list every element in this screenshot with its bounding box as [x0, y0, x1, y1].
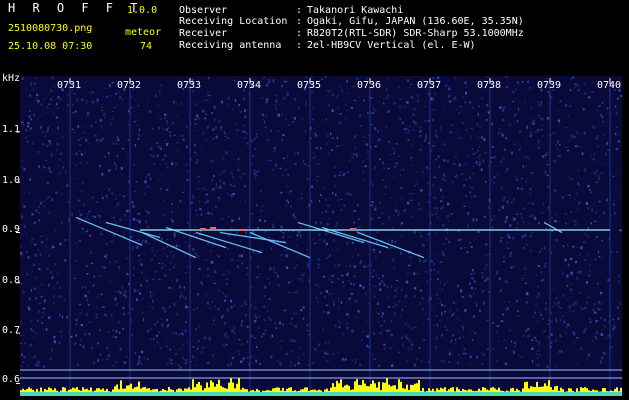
- x-tick-label: 0739: [537, 80, 562, 91]
- x-tick-label: 0737: [417, 80, 442, 91]
- x-tick-label: 0734: [237, 80, 262, 91]
- receiver-value: R820T2(RTL-SDR) SDR-Sharp 53.1000MHz: [307, 28, 524, 39]
- echo-hotspot: [210, 227, 216, 229]
- y-tick-label: 0.6: [2, 374, 21, 385]
- x-tick-label: 0733: [177, 80, 202, 91]
- echo-hotspot: [240, 229, 246, 231]
- x-tick-label: 0735: [297, 80, 322, 91]
- location-value: Ogaki, Gifu, JAPAN (136.60E, 35.35N): [307, 16, 524, 27]
- y-tick-label: 1.0: [2, 175, 21, 186]
- y-tick-label: 0.9: [2, 224, 21, 235]
- y-tick-label: 0.8: [2, 275, 21, 286]
- hroft-window: H R O F F T 1.0.0 2510080730.png 25.10.0…: [0, 0, 629, 400]
- file-datetime: 25.10.08 07:30: [8, 41, 93, 52]
- antenna-value: 2el-HB9CV Vertical (el. E-W): [307, 40, 476, 51]
- y-tick-label: 1.1: [2, 124, 21, 135]
- antenna-label: Receiving antenna: [179, 40, 282, 51]
- baseline-band: [20, 392, 622, 396]
- file-name: 2510080730.png: [8, 23, 93, 34]
- app-title: H R O F F T: [8, 1, 143, 15]
- echo-hotspot: [200, 228, 206, 230]
- x-tick-label: 0731: [57, 80, 82, 91]
- x-tick-label: 0738: [477, 80, 502, 91]
- x-tick-label: 0732: [117, 80, 142, 91]
- location-label: Receiving Location: [179, 16, 288, 27]
- receiver-label: Receiver: [179, 28, 228, 39]
- x-tick-label: 0740: [597, 80, 622, 91]
- location-separator: :: [296, 16, 303, 27]
- header: H R O F F T 1.0.0 2510080730.png 25.10.0…: [0, 0, 629, 66]
- antenna-separator: :: [296, 40, 303, 51]
- echo-hotspot: [350, 228, 356, 230]
- meteor-label: meteor: [125, 27, 162, 38]
- meteor-count: 74: [140, 41, 153, 52]
- app-version: 1.0.0: [127, 5, 158, 16]
- x-tick-label: 0736: [357, 80, 382, 91]
- receiver-separator: :: [296, 28, 303, 39]
- y-tick-label: 0.7: [2, 325, 21, 336]
- y-axis-unit-label: kHz: [2, 73, 21, 84]
